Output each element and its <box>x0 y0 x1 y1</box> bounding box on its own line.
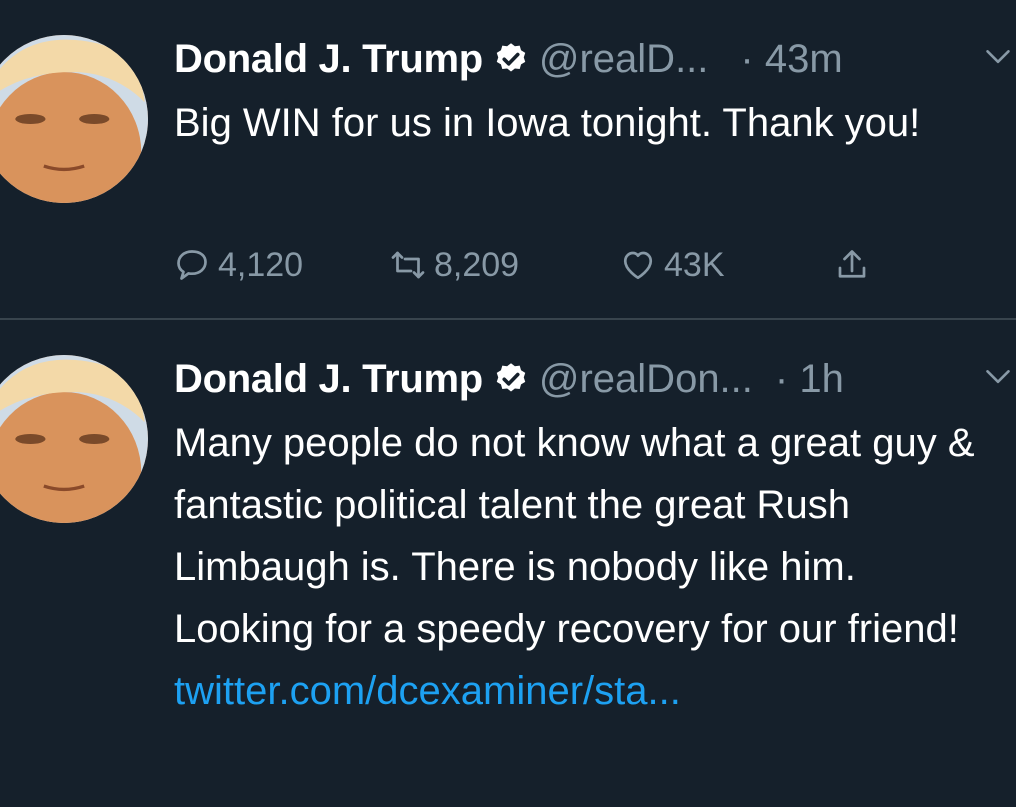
share-icon <box>838 250 866 278</box>
reply-button[interactable]: 4,120 <box>174 240 303 290</box>
tweet-link[interactable]: twitter.com/dcexaminer/sta... <box>174 669 681 713</box>
avatar[interactable] <box>0 355 148 523</box>
chevron-down-icon[interactable] <box>984 362 1012 390</box>
tweet-header: Donald J. Trump @realDon... · 1h <box>174 354 1016 404</box>
chevron-down-icon[interactable] <box>984 42 1012 70</box>
tweet-header: Donald J. Trump @realD... · 43m <box>174 34 1016 84</box>
avatar-face <box>0 355 148 523</box>
tweet-text: Many people do not know what a great guy… <box>174 412 1004 722</box>
tweet-text-body: Many people do not know what a great guy… <box>174 421 975 651</box>
avatar-face <box>0 35 148 203</box>
share-button[interactable] <box>834 240 878 290</box>
author-handle[interactable]: @realDon... <box>539 357 753 402</box>
heart-icon <box>623 251 653 280</box>
retweet-icon <box>391 251 425 279</box>
tweet[interactable]: Donald J. Trump @realDon... · 1h Many pe… <box>0 320 1016 807</box>
like-button[interactable]: 43K <box>620 240 725 290</box>
avatar[interactable] <box>0 35 148 203</box>
tweet[interactable]: Donald J. Trump @realD... · 43m Big WIN … <box>0 0 1016 318</box>
retweet-count: 8,209 <box>434 245 520 284</box>
tweet-actions: 4,120 8,209 43K <box>174 240 894 290</box>
reply-icon <box>177 250 207 280</box>
author-handle[interactable]: @realD... <box>539 37 709 82</box>
reply-count: 4,120 <box>218 245 304 284</box>
verified-badge-icon <box>496 363 526 392</box>
tweet-text: Big WIN for us in Iowa tonight. Thank yo… <box>174 101 921 145</box>
tweet-timestamp[interactable]: · 43m <box>740 37 842 82</box>
author-name[interactable]: Donald J. Trump <box>174 357 483 402</box>
author-name[interactable]: Donald J. Trump <box>174 37 483 82</box>
verified-badge-icon <box>496 43 526 72</box>
retweet-button[interactable]: 8,209 <box>390 240 519 290</box>
tweet-timestamp[interactable]: · 1h <box>775 357 844 402</box>
like-count: 43K <box>664 245 725 284</box>
